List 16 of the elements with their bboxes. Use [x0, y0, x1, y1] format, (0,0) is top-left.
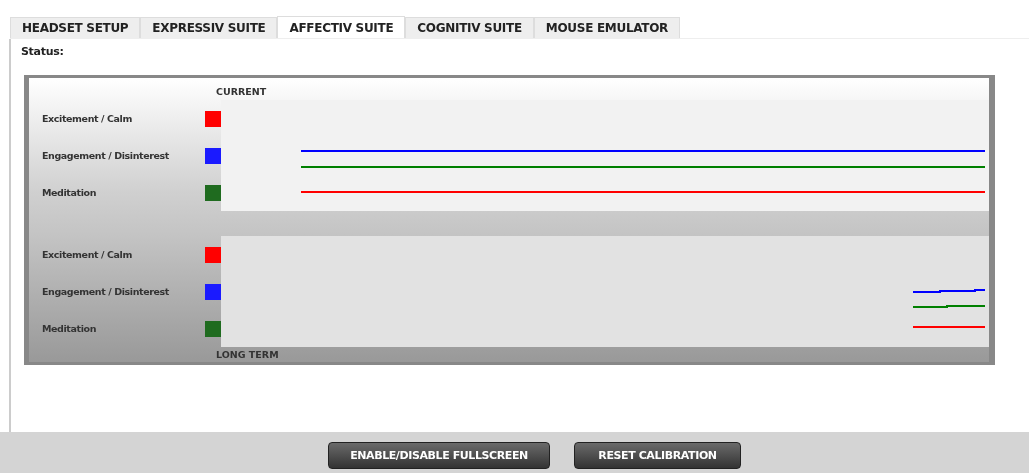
status-label: Status:: [21, 45, 65, 60]
tab[interactable]: EXPRESSIV SUITE: [140, 17, 278, 38]
tab[interactable]: MOUSE EMULATOR: [533, 17, 681, 38]
legend-label: Engagement / Disinterest: [42, 150, 169, 161]
legend-label: Engagement / Disinterest: [42, 286, 169, 297]
tab[interactable]: COGNITIV SUITE: [405, 17, 534, 38]
legend-label: Excitement / Calm: [42, 113, 132, 124]
chart-title: LONG TERM: [216, 348, 280, 362]
tab[interactable]: HEADSET SETUP: [10, 17, 141, 38]
legend-label: Meditation: [42, 323, 96, 334]
legend-label: Meditation: [42, 187, 96, 198]
tab[interactable]: AFFECTIV SUITE: [277, 16, 406, 38]
chart-title: CURRENT: [216, 85, 268, 99]
action-button[interactable]: RESET CALIBRATION: [574, 442, 741, 469]
legend-label: Excitement / Calm: [42, 249, 132, 260]
action-button[interactable]: ENABLE/DISABLE FULLSCREEN: [328, 442, 550, 469]
